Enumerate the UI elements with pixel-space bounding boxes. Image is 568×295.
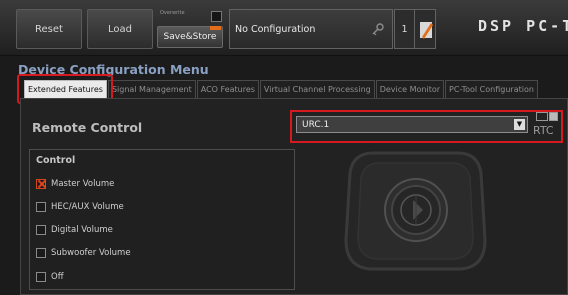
- brand-logo: DSP PC-T: [478, 17, 568, 35]
- remote-select-dropdown[interactable]: URC.1 ▼: [296, 116, 528, 133]
- edit-icon: [420, 22, 433, 39]
- option-label: Subwoofer Volume: [51, 248, 131, 258]
- checkbox-subwoofer-volume[interactable]: [36, 248, 46, 258]
- key-icon[interactable]: [371, 22, 385, 36]
- checkbox-master-volume[interactable]: [36, 179, 46, 189]
- remote-control-image: [344, 151, 487, 271]
- checkbox-hec-aux-volume[interactable]: [36, 202, 46, 212]
- rtc-label: RTC: [533, 124, 554, 137]
- save-status-indicator: [210, 26, 221, 30]
- tab-signal-management[interactable]: Signal Management: [107, 80, 196, 98]
- overwrite-checkbox[interactable]: [211, 11, 222, 22]
- control-group: [29, 149, 295, 290]
- configuration-value: No Configuration: [235, 23, 316, 35]
- option-master-volume[interactable]: Master Volume: [36, 177, 114, 191]
- option-hec-aux-volume[interactable]: HEC/AUX Volume: [36, 200, 124, 214]
- remote-select-value: URC.1: [302, 119, 330, 130]
- tab-device-monitor[interactable]: Device Monitor: [375, 80, 445, 98]
- option-digital-volume[interactable]: Digital Volume: [36, 223, 113, 237]
- checkbox-off[interactable]: [36, 272, 46, 282]
- section-title: Remote Control: [32, 120, 143, 135]
- option-off[interactable]: Off: [36, 270, 64, 284]
- chevron-down-icon[interactable]: ▼: [514, 119, 525, 130]
- tab-aco-features[interactable]: ACO Features: [196, 80, 259, 98]
- rtc-device-icon[interactable]: [536, 112, 548, 121]
- option-subwoofer-volume[interactable]: Subwoofer Volume: [36, 246, 131, 260]
- reset-button[interactable]: Reset: [16, 9, 82, 49]
- option-label: Master Volume: [51, 179, 115, 189]
- option-label: Off: [51, 272, 64, 282]
- edit-button[interactable]: [414, 9, 436, 49]
- configuration-field[interactable]: No Configuration: [229, 9, 393, 49]
- rtc-settings-icon[interactable]: [549, 112, 558, 121]
- load-button[interactable]: Load: [87, 9, 153, 49]
- configuration-number: 1: [394, 9, 415, 49]
- tab-virtual-channel-processing[interactable]: Virtual Channel Processing: [259, 80, 375, 98]
- option-label: HEC/AUX Volume: [51, 202, 124, 212]
- control-group-title: Control: [36, 155, 76, 166]
- overwrite-label: Overwrite: [160, 10, 185, 16]
- option-label: Digital Volume: [51, 225, 113, 235]
- checkbox-digital-volume[interactable]: [36, 225, 46, 235]
- tab-pc-tool-configuration[interactable]: PC-Tool Configuration: [445, 80, 538, 98]
